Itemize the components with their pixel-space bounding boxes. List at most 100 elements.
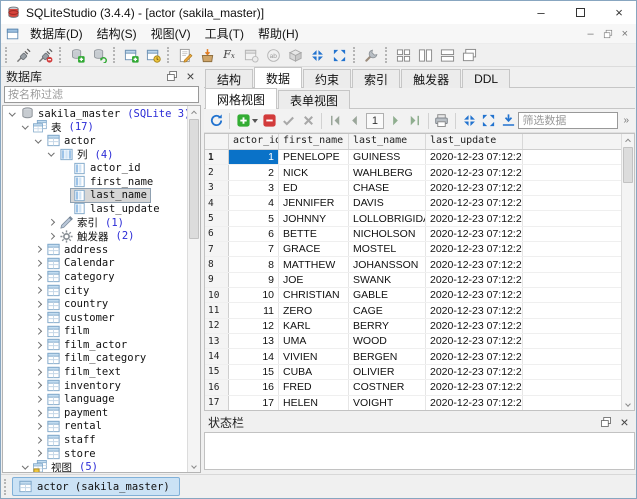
function-editor-button[interactable]: Fx <box>218 45 240 66</box>
resize-columns-button[interactable] <box>460 111 478 131</box>
tree-expander-icon[interactable] <box>32 411 45 416</box>
grid-cell[interactable]: 8 <box>229 257 279 271</box>
tree-expander-icon[interactable] <box>32 302 45 307</box>
load-all-button[interactable] <box>499 111 517 131</box>
grid-cell[interactable]: KARL <box>279 319 349 333</box>
grid-cell[interactable]: 2020-12-23 07:12:29 <box>426 303 523 317</box>
grid-cell[interactable]: 2020-12-23 07:12:29 <box>426 273 523 287</box>
grid-cell[interactable]: 2020-12-23 07:12:29 <box>426 257 523 271</box>
grid-cell[interactable]: 17 <box>229 396 279 410</box>
tree-scroll-thumb[interactable] <box>189 119 199 239</box>
tree-item-actor_id[interactable]: actor_id <box>3 161 187 175</box>
tree-expander-icon[interactable] <box>45 152 58 157</box>
data-filter-input[interactable] <box>518 112 618 129</box>
grid-cell[interactable]: 4 <box>229 196 279 210</box>
grid-corner[interactable] <box>205 134 229 149</box>
grid-cell[interactable]: WOOD <box>349 334 426 348</box>
grid-cell[interactable]: 16 <box>229 380 279 394</box>
column-header-first_name[interactable]: first_name <box>279 134 349 149</box>
row-header[interactable]: 3 <box>205 181 229 195</box>
add-database-button[interactable] <box>66 45 88 66</box>
grid-cell[interactable]: VIVIEN <box>279 349 349 363</box>
tab-data[interactable]: 数据 <box>254 67 302 88</box>
tree-item-store[interactable]: store <box>3 447 187 461</box>
grid-cell[interactable]: JOE <box>279 273 349 287</box>
tree-item-language[interactable]: language <box>3 392 187 406</box>
import-data-button[interactable] <box>196 45 218 66</box>
grid-cell[interactable]: JENNIFER <box>279 196 349 210</box>
menu-item-1[interactable]: 结构(S) <box>90 24 144 43</box>
row-header[interactable]: 17 <box>205 396 229 410</box>
cascade-windows-button[interactable] <box>458 45 480 66</box>
refresh-button[interactable] <box>207 111 225 131</box>
collation-editor-button[interactable] <box>240 45 262 66</box>
column-header-actor_id[interactable]: actor_id <box>229 134 279 149</box>
tree-filter-input[interactable] <box>4 86 199 103</box>
row-header[interactable]: 4 <box>205 196 229 210</box>
grid-cell[interactable]: BETTE <box>279 227 349 241</box>
grid-cell[interactable]: 15 <box>229 365 279 379</box>
grid-cell[interactable]: PENELOPE <box>279 150 349 164</box>
grid-cell[interactable]: HELEN <box>279 396 349 410</box>
grid-cell[interactable]: 2020-12-23 07:12:29 <box>426 380 523 394</box>
subtab-form-view[interactable]: 表单视图 <box>278 90 350 109</box>
tree-expander-icon[interactable] <box>45 220 58 225</box>
grid-cell[interactable]: 1 <box>229 150 279 164</box>
print-button[interactable] <box>433 111 451 131</box>
tree-expander-icon[interactable] <box>32 275 45 280</box>
grid-cell[interactable]: DAVIS <box>349 196 426 210</box>
page-number-box[interactable]: 1 <box>366 113 384 129</box>
row-header[interactable]: 16 <box>205 380 229 394</box>
grid-cell[interactable]: GUINESS <box>349 150 426 164</box>
row-header[interactable]: 7 <box>205 242 229 256</box>
grid-cell[interactable]: GABLE <box>349 288 426 302</box>
scroll-up-icon[interactable] <box>623 134 634 146</box>
tree-expander-icon[interactable] <box>32 424 45 429</box>
configuration-button[interactable] <box>360 45 382 66</box>
tree-item-last_name[interactable]: last_name <box>3 189 187 203</box>
row-header[interactable]: 1 <box>205 150 229 164</box>
grid-cell[interactable]: 9 <box>229 273 279 287</box>
tree-expander-icon[interactable] <box>45 234 58 239</box>
tree-item-calendar[interactable]: Calendar <box>3 257 187 271</box>
taskbar-tab[interactable]: actor (sakila_master) <box>12 477 180 496</box>
row-header[interactable]: 13 <box>205 334 229 348</box>
scroll-up-icon[interactable] <box>189 106 200 118</box>
tree-item-film[interactable]: film <box>3 325 187 339</box>
tree-item-inventory[interactable]: inventory <box>3 379 187 393</box>
column-header-last_update[interactable]: last_update <box>426 134 523 149</box>
grid-cell[interactable]: GRACE <box>279 242 349 256</box>
float-panel-icon[interactable] <box>598 415 613 430</box>
tree-scrollbar[interactable] <box>187 106 200 472</box>
grid-cell[interactable]: VOIGHT <box>349 396 426 410</box>
row-header[interactable]: 15 <box>205 365 229 379</box>
mdi-close-button[interactable]: × <box>622 28 628 40</box>
tile-windows-button[interactable] <box>392 45 414 66</box>
tree-item-address[interactable]: address <box>3 243 187 257</box>
grid-cell[interactable]: 2020-12-23 07:12:29 <box>426 211 523 225</box>
grid-cell[interactable]: 2020-12-23 07:12:29 <box>426 150 523 164</box>
tree-expander-icon[interactable] <box>32 383 45 388</box>
grid-cell[interactable]: COSTNER <box>349 380 426 394</box>
tree-item-category[interactable]: category <box>3 270 187 284</box>
tab-structure[interactable]: 结构 <box>205 69 253 88</box>
open-sql-editor-button[interactable] <box>120 45 142 66</box>
tree-expander-icon[interactable] <box>32 356 45 361</box>
tile-horizontally-button[interactable] <box>436 45 458 66</box>
grid-cell[interactable]: 2020-12-23 07:12:29 <box>426 319 523 333</box>
grid-cell[interactable]: 2020-12-23 07:12:29 <box>426 227 523 241</box>
edit-database-button[interactable] <box>88 45 110 66</box>
row-header[interactable]: 6 <box>205 227 229 241</box>
grid-cell[interactable]: CUBA <box>279 365 349 379</box>
row-header[interactable]: 11 <box>205 303 229 317</box>
grid-cell[interactable]: 11 <box>229 303 279 317</box>
tab-constraints[interactable]: 约束 <box>303 69 351 88</box>
first-page-button[interactable] <box>326 111 344 131</box>
grid-cell[interactable]: 14 <box>229 349 279 363</box>
tree-expander-icon[interactable] <box>32 397 45 402</box>
grid-scrollbar[interactable] <box>621 134 634 410</box>
last-page-button[interactable] <box>405 111 423 131</box>
grid-cell[interactable]: MOSTEL <box>349 242 426 256</box>
grid-cell[interactable]: CAGE <box>349 303 426 317</box>
mdi-minimize-button[interactable]: – <box>587 28 593 40</box>
